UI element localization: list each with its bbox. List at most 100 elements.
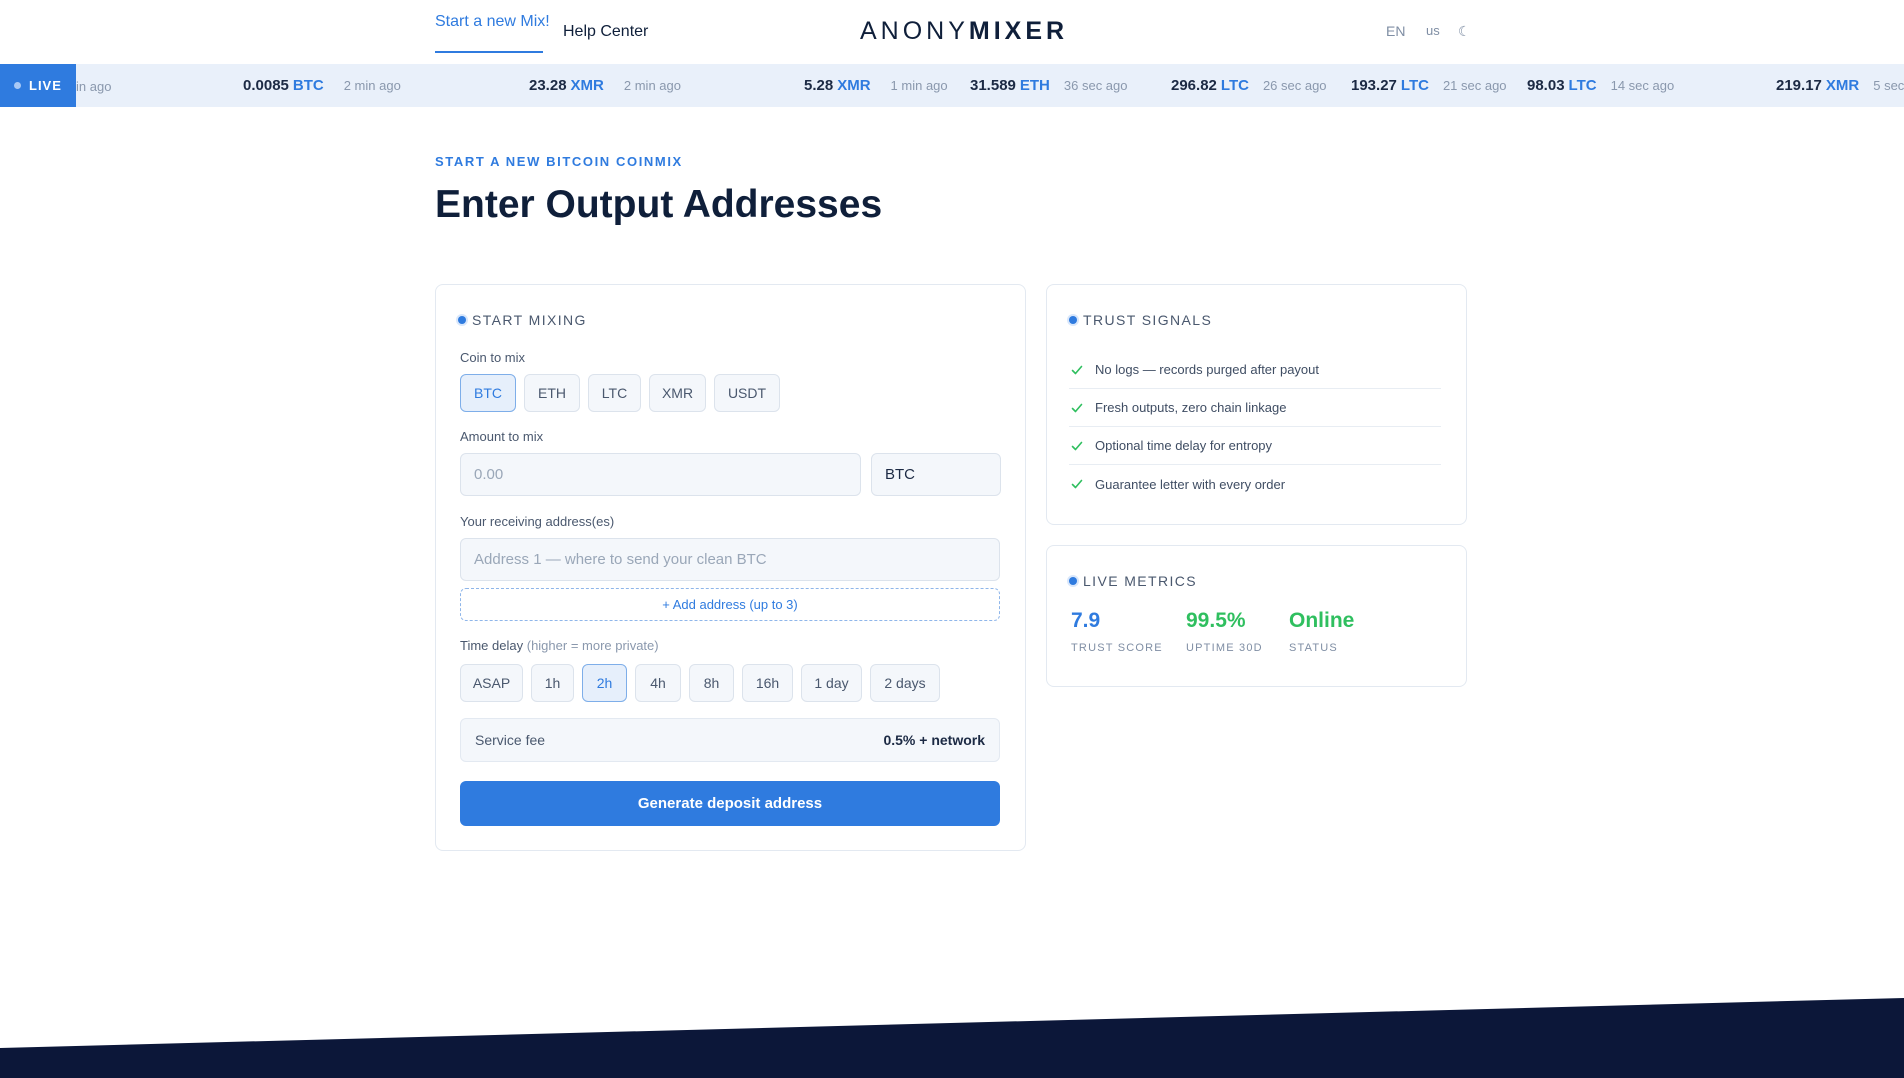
ticker-coin: BTC bbox=[292, 77, 324, 94]
metric-uptime: 99.5% UPTIME 30D bbox=[1186, 608, 1263, 654]
delay-selector: ASAP 1h 2h 4h 8h 16h 1 day 2 days bbox=[460, 664, 948, 702]
ticker-amount: 23.28 bbox=[529, 77, 567, 94]
nav-active-underline bbox=[435, 51, 543, 53]
metric-value: 99.5% bbox=[1186, 609, 1246, 632]
mix-card-heading-text: START MIXING bbox=[472, 312, 587, 328]
metrics-card-heading-text: LIVE METRICS bbox=[1083, 573, 1198, 589]
fee-label: Service fee bbox=[475, 732, 546, 748]
ticker-time: 36 sec ago bbox=[1063, 78, 1128, 93]
coin-option-xmr[interactable]: XMR bbox=[649, 374, 706, 412]
check-icon bbox=[1071, 441, 1083, 450]
ticker-amount: 219.17 bbox=[1776, 77, 1822, 94]
ticker-item: 5.28 XMR 1 min ago bbox=[804, 77, 948, 95]
ticker-amount: 0.0085 bbox=[243, 77, 289, 94]
ticker-time: 14 sec ago bbox=[1610, 78, 1675, 93]
delay-option-16h[interactable]: 16h bbox=[742, 664, 793, 702]
nav-start-mix[interactable]: Start a new Mix! bbox=[435, 12, 550, 32]
ticker-item: 193.27 LTC 21 sec ago bbox=[1351, 77, 1507, 95]
ticker-amount: 193.27 bbox=[1351, 77, 1397, 94]
delay-option-2h[interactable]: 2h bbox=[582, 664, 627, 702]
delay-hint: (higher = more private) bbox=[526, 638, 659, 653]
ticker-time: 2 min ago bbox=[623, 78, 681, 93]
trust-signal-text: Optional time delay for entropy bbox=[1095, 438, 1273, 453]
ticker-time: 5 sec bbox=[1873, 78, 1904, 93]
ticker-item: 296.82 LTC 26 sec ago bbox=[1171, 77, 1327, 95]
metric-status: Online STATUS bbox=[1289, 608, 1354, 654]
delay-label: Time delay (higher = more private) bbox=[460, 638, 659, 653]
check-icon bbox=[1071, 403, 1083, 412]
trust-card-heading-text: TRUST SIGNALS bbox=[1083, 312, 1213, 328]
trust-signal-item: Guarantee letter with every order bbox=[1069, 465, 1441, 503]
trust-signal-text: Fresh outputs, zero chain linkage bbox=[1095, 400, 1287, 415]
live-dot-icon bbox=[14, 82, 21, 89]
generate-deposit-button[interactable]: Generate deposit address bbox=[460, 781, 1000, 826]
trust-signal-list: No logs — records purged after payout Fr… bbox=[1069, 351, 1441, 503]
metric-trust-score: 7.9 TRUST SCORE bbox=[1071, 608, 1163, 654]
ticker-item-partial: in ago bbox=[76, 78, 111, 96]
ticker-coin: LTC bbox=[1568, 77, 1597, 94]
amount-label: Amount to mix bbox=[460, 429, 544, 444]
add-address-button[interactable]: + Add address (up to 3) bbox=[460, 588, 1000, 621]
service-fee-row: Service fee 0.5% + network bbox=[460, 718, 1000, 762]
ticker-coin: ETH bbox=[1019, 77, 1050, 94]
ticker-amount: 5.28 bbox=[804, 77, 834, 94]
live-metrics-card: LIVE METRICS 7.9 TRUST SCORE 99.5% UPTIM… bbox=[1046, 545, 1467, 687]
delay-option-1-day[interactable]: 1 day bbox=[801, 664, 862, 702]
check-icon bbox=[1071, 479, 1083, 489]
coin-option-btc[interactable]: BTC bbox=[460, 374, 516, 412]
language-selector[interactable]: EN bbox=[1386, 22, 1405, 40]
trust-card-heading: TRUST SIGNALS bbox=[1069, 312, 1212, 328]
fee-value: 0.5% + network bbox=[883, 732, 985, 748]
metric-value: 7.9 bbox=[1071, 609, 1101, 632]
delay-label-text: Time delay bbox=[460, 638, 524, 653]
metric-label: STATUS bbox=[1289, 642, 1338, 654]
ticker-item: 23.28 XMR 2 min ago bbox=[529, 77, 681, 95]
ticker-coin: XMR bbox=[570, 77, 604, 94]
ticker-amount: 296.82 bbox=[1171, 77, 1217, 94]
delay-option-1h[interactable]: 1h bbox=[531, 664, 574, 702]
ticker-time: 2 min ago bbox=[343, 78, 401, 93]
trust-signal-item: Optional time delay for entropy bbox=[1069, 427, 1441, 465]
ticker-item: 98.03 LTC 14 sec ago bbox=[1527, 77, 1674, 95]
coin-label: Coin to mix bbox=[460, 350, 526, 365]
nav-help-center[interactable]: Help Center bbox=[563, 22, 648, 42]
trust-signals-card: TRUST SIGNALS No logs — records purged a… bbox=[1046, 284, 1467, 525]
ticker-amount: 98.03 bbox=[1527, 77, 1565, 94]
delay-option-4h[interactable]: 4h bbox=[635, 664, 681, 702]
metrics-card-heading: LIVE METRICS bbox=[1069, 573, 1197, 589]
ticker-coin: XMR bbox=[837, 77, 871, 94]
live-badge: LIVE bbox=[0, 64, 76, 107]
trust-signal-item: Fresh outputs, zero chain linkage bbox=[1069, 389, 1441, 427]
delay-option-2-days[interactable]: 2 days bbox=[870, 664, 940, 702]
footer-slant-band bbox=[0, 998, 1904, 1078]
receiving-address-input[interactable]: Address 1 — where to send your clean BTC bbox=[460, 538, 1000, 581]
ticker-time: 1 min ago bbox=[890, 78, 948, 93]
ticker-coin: LTC bbox=[1400, 77, 1429, 94]
delay-option-8h[interactable]: 8h bbox=[689, 664, 734, 702]
ticker-time: 21 sec ago bbox=[1442, 78, 1507, 93]
coin-selector: BTC ETH LTC XMR USDT bbox=[460, 374, 788, 412]
live-ticker: LIVE in ago 0.0085 BTC 2 min ago 23.28 XMR 2… bbox=[0, 64, 1904, 107]
region-selector[interactable]: us bbox=[1426, 22, 1440, 40]
ticker-item: 219.17 XMR 5 sec bbox=[1776, 77, 1904, 95]
heading-dot-icon bbox=[1069, 316, 1077, 324]
logo-text-bold: MIXER bbox=[968, 17, 1069, 45]
ticker-amount: 31.589 bbox=[970, 77, 1016, 94]
coin-option-ltc[interactable]: LTC bbox=[588, 374, 641, 412]
ticker-time: in ago bbox=[76, 79, 112, 94]
theme-toggle-icon[interactable]: ☾ bbox=[1458, 22, 1466, 40]
heading-dot-icon bbox=[1069, 577, 1077, 585]
coin-option-eth[interactable]: ETH bbox=[524, 374, 580, 412]
check-icon bbox=[1071, 365, 1083, 374]
ticker-coin: XMR bbox=[1825, 77, 1860, 94]
metric-label: UPTIME 30D bbox=[1186, 642, 1263, 654]
coin-option-usdt[interactable]: USDT bbox=[714, 374, 780, 412]
trust-signal-item: No logs — records purged after payout bbox=[1069, 351, 1441, 389]
ticker-item: 31.589 ETH 36 sec ago bbox=[970, 77, 1128, 95]
brand-logo[interactable]: ANONYMIXER bbox=[860, 16, 1068, 46]
ticker-coin: LTC bbox=[1220, 77, 1249, 94]
amount-input[interactable]: 0.00 bbox=[460, 453, 861, 496]
amount-unit-select[interactable]: BTC bbox=[871, 453, 1001, 496]
address-label: Your receiving address(es) bbox=[460, 514, 615, 529]
delay-option-asap[interactable]: ASAP bbox=[460, 664, 523, 702]
